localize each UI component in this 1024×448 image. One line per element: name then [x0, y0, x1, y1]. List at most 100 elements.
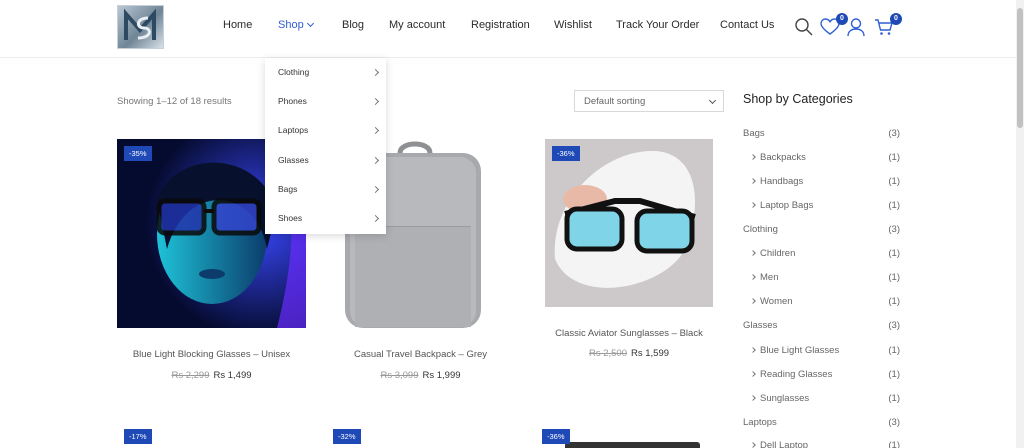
product-image[interactable]: -36%: [535, 422, 724, 448]
menu-item-glasses[interactable]: Glasses: [265, 146, 386, 175]
discount-badge: -36%: [552, 146, 580, 161]
shop-dropdown-menu: Clothing Phones Laptops Glasses Bags Sho…: [265, 58, 386, 234]
menu-item-label: Shoes: [278, 213, 303, 223]
product-title[interactable]: Classic Aviator Sunglasses – Black: [537, 328, 721, 339]
chevron-right-icon: [750, 250, 756, 256]
nav-blog[interactable]: Blog: [342, 19, 364, 31]
category-children[interactable]: Children (1): [750, 248, 900, 264]
discount-badge: -36%: [542, 429, 570, 444]
nav-wishlist[interactable]: Wishlist: [554, 19, 592, 31]
product-title[interactable]: Blue Light Blocking Glasses – Unisex: [117, 349, 306, 360]
category-count: (1): [888, 369, 900, 380]
chevron-right-icon: [371, 156, 380, 165]
old-price: Rs 2,500: [588, 348, 627, 359]
result-count: Showing 1–12 of 18 results: [117, 96, 232, 107]
category-label: Blue Light Glasses: [760, 345, 840, 356]
sort-selected-value: Default sorting: [584, 96, 646, 107]
menu-item-label: Clothing: [278, 67, 310, 77]
nav-registration[interactable]: Registration: [471, 19, 530, 31]
nav-track-order[interactable]: Track Your Order: [616, 19, 699, 31]
menu-item-shoes[interactable]: Shoes: [265, 204, 386, 233]
product-image[interactable]: -36%: [545, 139, 713, 307]
category-handbags[interactable]: Handbags (1): [750, 176, 900, 192]
sale-price: Rs 1,499: [213, 370, 252, 381]
category-count: (3): [888, 417, 900, 428]
category-count: (3): [888, 320, 900, 331]
menu-item-label: Glasses: [278, 155, 309, 165]
cart-button[interactable]: 0: [874, 13, 902, 37]
category-label: Backpacks: [760, 152, 806, 163]
category-count: (1): [888, 393, 900, 404]
product-price: Rs 3,099 Rs 1,999: [326, 370, 515, 381]
category-count: (1): [888, 345, 900, 356]
category-label: Men: [760, 272, 779, 283]
menu-item-bags[interactable]: Bags: [265, 175, 386, 204]
category-bags[interactable]: Bags (3): [743, 128, 900, 144]
category-clothing[interactable]: Clothing (3): [743, 224, 900, 240]
category-laptops[interactable]: Laptops (3): [743, 417, 900, 433]
site-header: Home Shop Blog My account Registration W…: [0, 0, 1016, 58]
chevron-right-icon: [750, 202, 756, 208]
product-photo-sunglasses: [545, 139, 713, 307]
category-label: Women: [760, 296, 793, 307]
product-title[interactable]: Casual Travel Backpack – Grey: [326, 349, 515, 360]
page-scrollbar[interactable]: [1016, 0, 1024, 448]
discount-badge: -17%: [124, 429, 152, 444]
account-button[interactable]: [846, 17, 866, 37]
chevron-right-icon: [751, 442, 756, 448]
category-label: Reading Glasses: [760, 369, 833, 380]
user-icon: [847, 18, 865, 37]
menu-item-phones[interactable]: Phones: [265, 87, 386, 116]
chevron-down-icon: [306, 19, 314, 28]
product-image[interactable]: -32%: [326, 422, 515, 448]
sale-price: Rs 1,999: [422, 370, 461, 381]
nav-contact-us[interactable]: Contact Us: [720, 19, 774, 31]
category-count: (1): [888, 296, 900, 307]
menu-item-clothing[interactable]: Clothing: [265, 58, 386, 87]
wishlist-button[interactable]: 0: [820, 13, 848, 37]
sort-dropdown[interactable]: Default sorting: [574, 90, 724, 112]
category-count: (1): [888, 200, 900, 211]
category-blue-light-glasses[interactable]: Blue Light Glasses (1): [750, 345, 900, 361]
logo-mark-icon: [124, 8, 156, 40]
cart-count-badge: 0: [890, 13, 902, 25]
chevron-down-icon: [708, 96, 717, 105]
old-price: Rs 2,299: [171, 370, 210, 381]
category-count: (1): [888, 152, 900, 163]
category-label: Bags: [743, 128, 765, 139]
category-label: Dell Laptop: [760, 440, 809, 448]
category-backpacks[interactable]: Backpacks (1): [750, 152, 900, 168]
menu-item-label: Bags: [278, 184, 298, 194]
category-dell-laptop[interactable]: Dell Laptop (1): [751, 440, 900, 448]
chevron-right-icon: [750, 347, 756, 353]
category-glasses[interactable]: Glasses (3): [743, 320, 900, 336]
chevron-right-icon: [371, 126, 380, 135]
chevron-right-icon: [371, 214, 380, 223]
search-icon: [795, 18, 813, 36]
category-count: (3): [888, 224, 900, 235]
nav-my-account[interactable]: My account: [389, 19, 445, 31]
category-label: Laptop Bags: [760, 200, 814, 211]
category-count: (3): [888, 128, 900, 139]
laptop-lid-shape: [565, 442, 700, 448]
category-sunglasses[interactable]: Sunglasses (1): [750, 393, 900, 409]
chevron-right-icon: [750, 395, 756, 401]
menu-item-laptops[interactable]: Laptops: [265, 116, 386, 145]
category-laptop-bags[interactable]: Laptop Bags (1): [750, 200, 900, 216]
site-logo[interactable]: [117, 5, 164, 49]
chevron-right-icon: [750, 154, 756, 160]
category-label: Glasses: [743, 320, 778, 331]
product-image[interactable]: -17%: [117, 422, 306, 448]
scrollbar-thumb[interactable]: [1017, 8, 1023, 128]
sale-price: Rs 1,599: [631, 348, 670, 359]
category-men[interactable]: Men (1): [750, 272, 900, 288]
nav-shop[interactable]: Shop: [278, 19, 314, 31]
category-count: (1): [888, 440, 900, 448]
discount-badge: -32%: [333, 429, 361, 444]
nav-home[interactable]: Home: [223, 19, 252, 31]
category-women[interactable]: Women (1): [750, 296, 900, 312]
category-reading-glasses[interactable]: Reading Glasses (1): [750, 369, 900, 385]
chevron-right-icon: [750, 371, 756, 377]
search-button[interactable]: [794, 17, 814, 37]
old-price: Rs 3,099: [380, 370, 419, 381]
